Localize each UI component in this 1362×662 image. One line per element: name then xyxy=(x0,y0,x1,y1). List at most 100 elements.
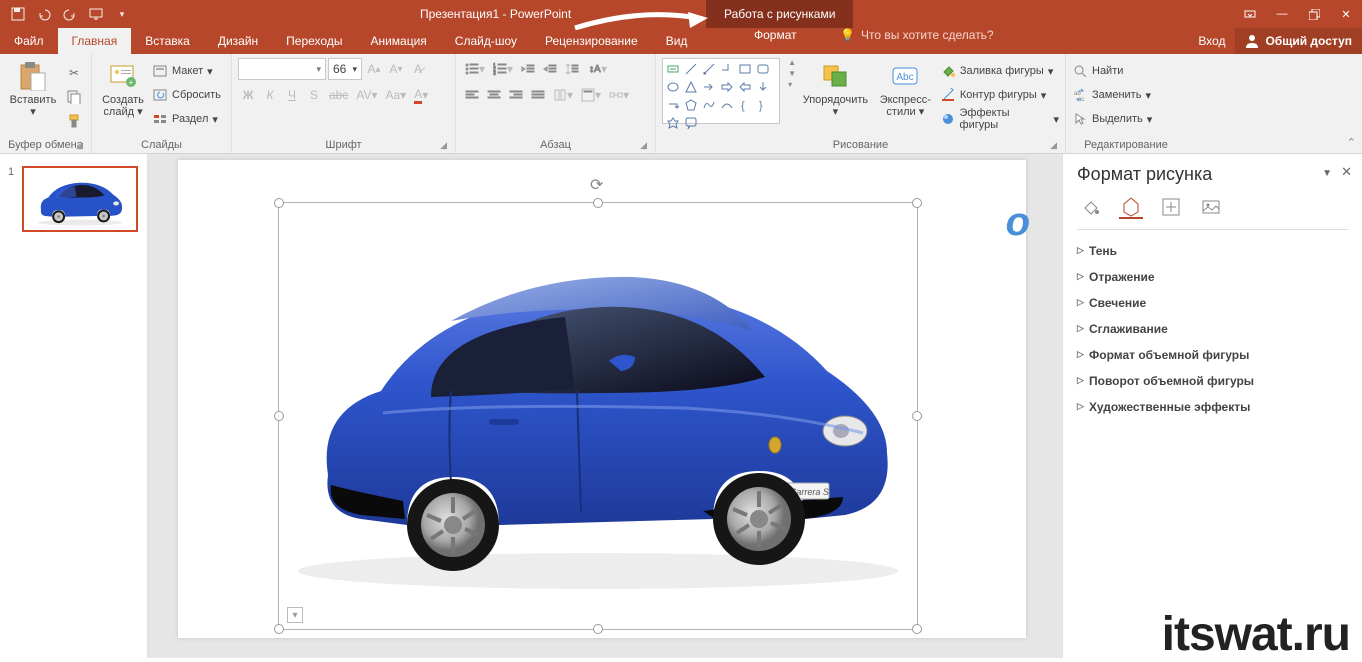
new-slide-button[interactable]: + Создать слайд ▾ xyxy=(98,58,148,118)
bold-button[interactable]: Ж xyxy=(238,84,258,106)
accordion-softedges[interactable]: Сглаживание xyxy=(1077,316,1348,342)
resize-handle[interactable] xyxy=(274,198,284,208)
redo-icon[interactable] xyxy=(60,4,80,24)
tab-format[interactable]: Формат xyxy=(740,28,811,42)
effects-tab-icon[interactable] xyxy=(1119,195,1143,219)
undo-icon[interactable] xyxy=(34,4,54,24)
layout-options-icon[interactable]: ▾ xyxy=(287,607,303,623)
shrink-font-button[interactable]: A▾ xyxy=(386,58,406,80)
ribbon-options-icon[interactable] xyxy=(1234,0,1266,28)
shape-outline-button[interactable]: Контур фигуры ▾ xyxy=(940,84,1059,106)
shape-fill-button[interactable]: Заливка фигуры ▾ xyxy=(940,60,1059,82)
layout-button[interactable]: Макет ▾ xyxy=(152,60,221,82)
paste-button[interactable]: Вставить▾ xyxy=(6,58,60,118)
resize-handle[interactable] xyxy=(274,624,284,634)
grow-font-button[interactable]: A▴ xyxy=(364,58,384,80)
save-icon[interactable] xyxy=(8,4,28,24)
align-right-button[interactable] xyxy=(506,84,526,106)
arrange-button[interactable]: Упорядочить▾ xyxy=(800,58,871,118)
cut-button[interactable]: ✂ xyxy=(64,62,84,84)
tell-me-box[interactable]: 💡 Что вы хотите сделать? xyxy=(840,28,994,42)
tab-animations[interactable]: Анимация xyxy=(356,28,440,54)
rotate-handle-icon[interactable]: ⟳ xyxy=(590,175,606,191)
section-icon xyxy=(152,111,168,127)
numbering-button[interactable]: 123▾ xyxy=(490,58,516,80)
inserted-picture-car[interactable]: 911 Carrera S xyxy=(283,213,913,593)
accordion-reflection[interactable]: Отражение xyxy=(1077,264,1348,290)
tab-file[interactable]: Файл xyxy=(0,28,58,54)
shadow-button[interactable]: S xyxy=(304,84,324,106)
signin-link[interactable]: Вход xyxy=(1188,28,1235,54)
bullets-button[interactable]: ▾ xyxy=(462,58,488,80)
align-center-button[interactable] xyxy=(484,84,504,106)
minimize-icon[interactable]: — xyxy=(1266,0,1298,28)
close-icon[interactable]: ✕ xyxy=(1330,0,1362,28)
dialog-launcher-icon[interactable]: ◢ xyxy=(640,140,647,151)
slide-edit-area[interactable]: ⟳ xyxy=(148,154,1062,658)
line-spacing-button[interactable] xyxy=(562,58,582,80)
tab-slideshow[interactable]: Слайд-шоу xyxy=(441,28,531,54)
tab-transitions[interactable]: Переходы xyxy=(272,28,356,54)
tab-insert[interactable]: Вставка xyxy=(131,28,204,54)
tab-review[interactable]: Рецензирование xyxy=(531,28,652,54)
increase-indent-button[interactable] xyxy=(540,58,560,80)
accordion-artistic[interactable]: Художественные эффекты xyxy=(1077,394,1348,420)
font-color-button[interactable]: A▾ xyxy=(411,84,431,106)
qat-dropdown-icon[interactable]: ▾ xyxy=(112,4,132,24)
dialog-launcher-icon[interactable]: ◢ xyxy=(440,140,447,151)
select-button[interactable]: Выделить ▾ xyxy=(1072,108,1152,130)
underline-button[interactable]: Ч xyxy=(282,84,302,106)
size-tab-icon[interactable] xyxy=(1159,195,1183,219)
resize-handle[interactable] xyxy=(912,624,922,634)
columns-button[interactable]: ▾ xyxy=(550,84,576,106)
case-button[interactable]: Aa▾ xyxy=(383,84,410,106)
reset-button[interactable]: Сбросить xyxy=(152,84,221,106)
resize-handle[interactable] xyxy=(912,198,922,208)
replace-button[interactable]: abacЗаменить ▾ xyxy=(1072,84,1152,106)
tab-home[interactable]: Главная xyxy=(58,28,132,54)
tab-view[interactable]: Вид xyxy=(652,28,702,54)
format-painter-button[interactable] xyxy=(64,110,84,132)
slide-canvas: ⟳ xyxy=(178,160,1026,638)
resize-handle[interactable] xyxy=(593,624,603,634)
spacing-button[interactable]: AV▾ xyxy=(353,84,380,106)
fill-line-tab-icon[interactable] xyxy=(1079,195,1103,219)
italic-button[interactable]: К xyxy=(260,84,280,106)
start-show-icon[interactable] xyxy=(86,4,106,24)
font-name-combo[interactable]: ▾ xyxy=(238,58,326,80)
tab-design[interactable]: Дизайн xyxy=(204,28,272,54)
accordion-shadow[interactable]: Тень xyxy=(1077,238,1348,264)
pane-menu-icon[interactable]: ▼ xyxy=(1322,168,1332,179)
collapse-ribbon-icon[interactable]: ⌃ xyxy=(1347,136,1356,149)
share-button[interactable]: Общий доступ xyxy=(1235,28,1362,54)
shape-effects-button[interactable]: Эффекты фигуры ▾ xyxy=(940,108,1059,130)
smartart-button[interactable]: ▾ xyxy=(606,84,632,106)
accordion-glow[interactable]: Свечение xyxy=(1077,290,1348,316)
accordion-3drotation[interactable]: Поворот объемной фигуры xyxy=(1077,368,1348,394)
find-button[interactable]: Найти xyxy=(1072,60,1152,82)
slide-thumbnail-1[interactable] xyxy=(22,166,138,232)
font-size-combo[interactable]: 66▾ xyxy=(328,58,362,80)
resize-handle[interactable] xyxy=(912,411,922,421)
pane-close-icon[interactable]: ✕ xyxy=(1341,164,1352,180)
picture-selection[interactable]: ⟳ xyxy=(278,202,918,630)
copy-button[interactable] xyxy=(64,86,84,108)
dialog-launcher-icon[interactable]: ◢ xyxy=(1050,140,1057,151)
quick-styles-button[interactable]: Abc Экспресс-стили ▾ xyxy=(875,58,936,118)
align-left-button[interactable] xyxy=(462,84,482,106)
section-button[interactable]: Раздел ▾ xyxy=(152,108,221,130)
svg-text:↕A: ↕A xyxy=(589,64,601,75)
decrease-indent-button[interactable] xyxy=(518,58,538,80)
replace-icon: abac xyxy=(1072,87,1088,103)
strike-button[interactable]: abc xyxy=(326,84,351,106)
text-direction-button[interactable]: ↕A▾ xyxy=(584,58,610,80)
shapes-gallery[interactable]: { } xyxy=(662,58,780,124)
resize-handle[interactable] xyxy=(593,198,603,208)
align-text-button[interactable]: ▾ xyxy=(578,84,604,106)
picture-tab-icon[interactable] xyxy=(1199,195,1223,219)
accordion-3dformat[interactable]: Формат объемной фигуры xyxy=(1077,342,1348,368)
restore-icon[interactable] xyxy=(1298,0,1330,28)
clear-formatting-button[interactable]: A̷ xyxy=(408,58,428,80)
dialog-launcher-icon[interactable]: ◢ xyxy=(76,140,83,151)
justify-button[interactable] xyxy=(528,84,548,106)
